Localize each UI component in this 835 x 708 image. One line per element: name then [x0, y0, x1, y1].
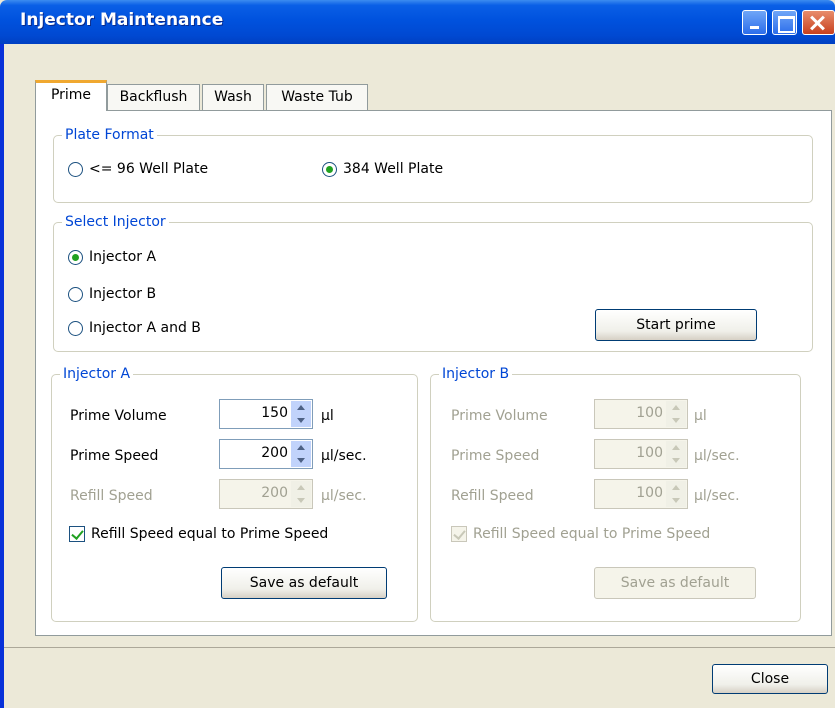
- radio-label: Injector B: [89, 286, 157, 302]
- spin-down-icon: [666, 494, 686, 507]
- radio-circle-icon: [68, 286, 83, 302]
- refill-speed-label: Refill Speed: [451, 488, 534, 504]
- radio-injector-a[interactable]: Injector A: [68, 247, 156, 267]
- radio-384-well-plate[interactable]: 384 Well Plate: [322, 159, 443, 179]
- radio-label: <= 96 Well Plate: [89, 161, 209, 177]
- tab-waste-tub[interactable]: Waste Tub: [266, 84, 368, 110]
- checkbox-label: Refill Speed equal to Prime Speed: [91, 526, 329, 542]
- tab-prime[interactable]: Prime: [35, 80, 107, 111]
- spin-up-icon[interactable]: [291, 401, 311, 414]
- spin-down-icon: [666, 414, 686, 427]
- checkbox-label: Refill Speed equal to Prime Speed: [473, 526, 711, 542]
- prime-volume-label: Prime Volume: [451, 408, 548, 424]
- prime-volume-unit: µl: [321, 408, 334, 424]
- prime-speed-spinbox[interactable]: 200: [219, 439, 313, 469]
- tab-backflush[interactable]: Backflush: [107, 84, 200, 110]
- radio-circle-icon: [68, 161, 83, 177]
- spin-up-icon[interactable]: [291, 441, 311, 454]
- checkmark-icon: [69, 526, 85, 542]
- prime-volume-unit: µl: [694, 408, 707, 424]
- spin-up-icon: [291, 481, 311, 494]
- save-as-default-button-a[interactable]: Save as default: [221, 567, 387, 599]
- prime-speed-value: 100: [636, 445, 663, 461]
- prime-speed-unit: µl/sec.: [321, 448, 367, 464]
- injector-a-group: Injector A Prime Volume 150 µl Prime Spe…: [51, 365, 418, 622]
- close-button[interactable]: Close: [712, 664, 828, 694]
- prime-volume-value: 150: [261, 405, 288, 421]
- radio-selected-icon: [322, 161, 337, 177]
- footer-divider: [4, 647, 835, 648]
- radio-selected-icon: [68, 249, 83, 265]
- window-border: [0, 44, 4, 708]
- refill-speed-value: 100: [636, 485, 663, 501]
- spin-up-icon: [666, 401, 686, 414]
- spin-down-icon[interactable]: [291, 414, 311, 427]
- prime-speed-value: 200: [261, 445, 288, 461]
- refill-speed-unit: µl/sec.: [694, 488, 740, 504]
- maximize-icon[interactable]: [772, 10, 797, 35]
- refill-speed-label: Refill Speed: [70, 488, 153, 504]
- prime-volume-value: 100: [636, 405, 663, 421]
- radio-label: 384 Well Plate: [343, 161, 444, 177]
- start-prime-button[interactable]: Start prime: [595, 309, 757, 341]
- dialog-window: Injector Maintenance Prime Backflush Was…: [0, 0, 835, 708]
- spin-down-icon: [291, 494, 311, 507]
- prime-volume-spinbox: 100: [594, 399, 688, 429]
- select-injector-group: Select Injector Injector A Injector B In…: [53, 213, 813, 352]
- refill-speed-unit: µl/sec.: [321, 488, 367, 504]
- refill-speed-spinbox: 200: [219, 479, 313, 509]
- radio-circle-icon: [68, 320, 83, 336]
- prime-volume-spinbox[interactable]: 150: [219, 399, 313, 429]
- tab-wash[interactable]: Wash: [202, 84, 264, 110]
- tab-panel-prime: Plate Format <= 96 Well Plate 384 Well P…: [35, 110, 832, 636]
- prime-volume-label: Prime Volume: [70, 408, 167, 424]
- injector-b-group: Injector B Prime Volume 100 µl Prime Spe…: [430, 365, 801, 622]
- radio-injector-b[interactable]: Injector B: [68, 284, 156, 304]
- radio-label: Injector A: [89, 249, 157, 265]
- close-icon[interactable]: [802, 10, 835, 35]
- prime-speed-label: Prime Speed: [70, 448, 159, 464]
- refill-equal-checkbox: Refill Speed equal to Prime Speed: [451, 524, 710, 544]
- spin-down-icon[interactable]: [291, 454, 311, 467]
- refill-speed-value: 200: [261, 485, 288, 501]
- select-injector-legend: Select Injector: [62, 213, 169, 231]
- plate-format-group: Plate Format <= 96 Well Plate 384 Well P…: [53, 126, 813, 203]
- save-as-default-button-b: Save as default: [594, 567, 756, 599]
- window-title: Injector Maintenance: [20, 10, 224, 30]
- spin-down-icon: [666, 454, 686, 467]
- radio-96-well-plate[interactable]: <= 96 Well Plate: [68, 159, 208, 179]
- radio-label: Injector A and B: [89, 320, 201, 336]
- plate-format-legend: Plate Format: [62, 126, 157, 144]
- spin-up-icon: [666, 481, 686, 494]
- injector-b-legend: Injector B: [439, 365, 513, 383]
- spin-up-icon: [666, 441, 686, 454]
- checkmark-icon: [451, 526, 467, 542]
- title-bar[interactable]: Injector Maintenance: [0, 0, 835, 44]
- prime-speed-spinbox: 100: [594, 439, 688, 469]
- refill-speed-spinbox: 100: [594, 479, 688, 509]
- prime-speed-label: Prime Speed: [451, 448, 540, 464]
- refill-equal-checkbox[interactable]: Refill Speed equal to Prime Speed: [69, 524, 328, 544]
- prime-speed-unit: µl/sec.: [694, 448, 740, 464]
- injector-a-legend: Injector A: [60, 365, 134, 383]
- minimize-icon[interactable]: [742, 10, 767, 35]
- radio-injector-a-and-b[interactable]: Injector A and B: [68, 318, 201, 338]
